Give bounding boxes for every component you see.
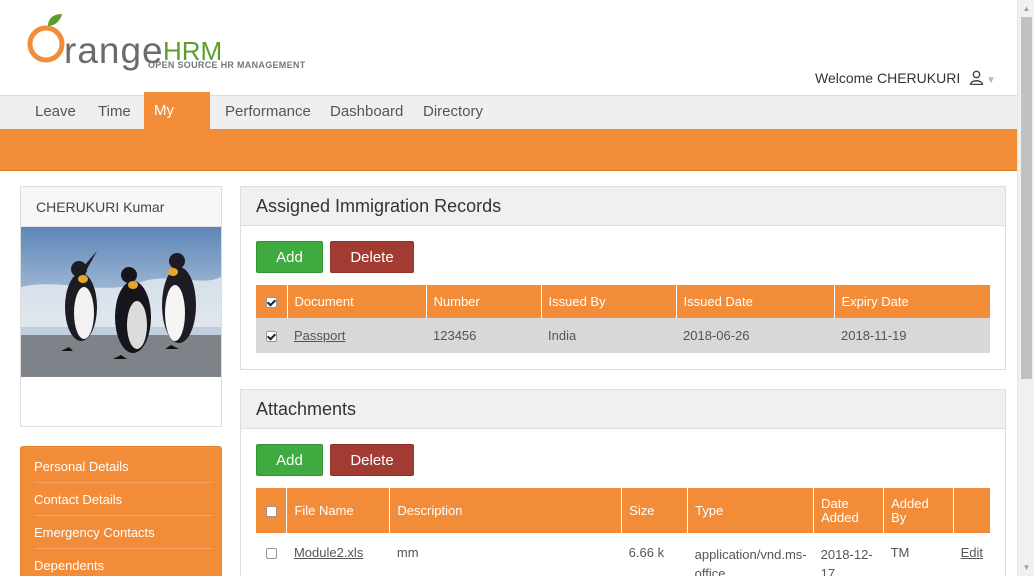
orangehrm-page: range HRM OPEN SOURCE HR MANAGEMENT Welc…: [0, 0, 1034, 576]
submenu-bar: [0, 129, 1017, 171]
row-select-cell: [256, 533, 287, 576]
vertical-scrollbar[interactable]: ▲ ▼: [1017, 0, 1034, 576]
col-description[interactable]: Description: [389, 488, 623, 533]
issued-date-cell: 2018-06-26: [683, 328, 750, 343]
immigration-delete-button[interactable]: Delete: [330, 241, 414, 273]
row-select-cell: [256, 318, 287, 353]
select-all-cell: [256, 285, 288, 318]
welcome-menu[interactable]: Welcome CHERUKURI ▼: [815, 70, 996, 88]
size-cell: 6.66 k: [628, 545, 665, 560]
edit-link[interactable]: Edit: [961, 545, 983, 560]
col-issued-date[interactable]: Issued Date: [676, 285, 835, 318]
side-navigation: Personal Details Contact Details Emergen…: [20, 446, 222, 576]
col-added-by[interactable]: Added By: [883, 488, 955, 533]
col-expiry-date[interactable]: Expiry Date: [834, 285, 990, 318]
date-added-cell: 2018-12-17: [820, 547, 873, 576]
attachments-table: File Name Description Size Type Date Add…: [256, 488, 990, 576]
file-name-cell: Module2.xls: [287, 533, 390, 576]
immigration-title: Assigned Immigration Records: [241, 187, 1005, 226]
row-checkbox[interactable]: [266, 331, 277, 343]
attachments-add-button[interactable]: Add: [256, 444, 323, 476]
main-menu: Leave Time My Info Performance Dashboard…: [0, 92, 1017, 157]
menu-dashboard[interactable]: Dashboard: [320, 96, 413, 130]
document-cell: Passport: [287, 318, 426, 353]
header: range HRM OPEN SOURCE HR MANAGEMENT Welc…: [0, 0, 1017, 95]
immigration-records-panel: Assigned Immigration Records Add Delete …: [240, 186, 1006, 370]
col-issued-by[interactable]: Issued By: [541, 285, 677, 318]
profile-card: CHERUKURI Kumar: [20, 186, 222, 427]
orangehrm-logo[interactable]: range HRM OPEN SOURCE HR MANAGEMENT: [24, 12, 314, 72]
menu-my-info[interactable]: My Info: [144, 92, 210, 157]
issued-by-cell: India: [548, 328, 577, 343]
sidenav-contact-details[interactable]: Contact Details: [34, 483, 214, 516]
table-row: Passport 123456 India 2018-06-26 2018-11…: [256, 318, 990, 353]
sidenav-emergency-contacts[interactable]: Emergency Contacts: [34, 516, 214, 549]
attachments-delete-button[interactable]: Delete: [330, 444, 414, 476]
welcome-text: Welcome CHERUKURI: [815, 70, 961, 86]
col-document[interactable]: Document: [287, 285, 427, 318]
edit-cell: Edit: [954, 533, 990, 576]
menu-time[interactable]: Time: [88, 96, 141, 130]
file-name-link[interactable]: Module2.xls: [294, 545, 363, 560]
table-row: Module2.xls mm 6.66 k application/vnd.ms…: [256, 533, 990, 576]
profile-name: CHERUKURI Kumar: [21, 187, 221, 227]
dropdown-caret-icon[interactable]: ▼: [986, 75, 996, 86]
attachments-panel: Attachments Add Delete File Name Descrip…: [240, 389, 1006, 576]
expiry-date-cell: 2018-11-19: [841, 328, 907, 343]
immigration-add-button[interactable]: Add: [256, 241, 323, 273]
select-all-checkbox[interactable]: [265, 506, 277, 518]
row-checkbox[interactable]: [265, 548, 277, 560]
profile-photo[interactable]: [21, 227, 221, 377]
added-by-cell: TM: [890, 545, 910, 560]
table-header-row: Document Number Issued By Issued Date Ex…: [256, 285, 990, 318]
logo-tagline: OPEN SOURCE HR MANAGEMENT: [148, 60, 306, 70]
col-number[interactable]: Number: [426, 285, 542, 318]
select-all-checkbox[interactable]: [265, 297, 277, 309]
scrollbar-thumb[interactable]: [1021, 17, 1032, 379]
attachments-title: Attachments: [241, 390, 1005, 429]
col-type[interactable]: Type: [687, 488, 815, 533]
document-link[interactable]: Passport: [294, 328, 345, 343]
description-cell: mm: [396, 545, 419, 560]
menu-leave[interactable]: Leave: [25, 96, 86, 130]
sidenav-personal-details[interactable]: Personal Details: [34, 450, 214, 483]
sidenav-dependents[interactable]: Dependents: [34, 549, 214, 576]
scroll-down-icon[interactable]: ▼: [1018, 559, 1034, 576]
col-date-added[interactable]: Date Added: [813, 488, 885, 533]
menu-directory[interactable]: Directory: [413, 96, 493, 130]
menu-performance[interactable]: Performance: [215, 96, 321, 130]
col-file-name[interactable]: File Name: [286, 488, 391, 533]
number-cell: 123456: [433, 328, 477, 343]
user-icon: [969, 70, 984, 88]
select-all-cell: [256, 488, 288, 533]
immigration-table: Document Number Issued By Issued Date Ex…: [256, 285, 990, 353]
col-actions: [953, 488, 990, 533]
table-header-row: File Name Description Size Type Date Add…: [256, 488, 990, 533]
scroll-up-icon[interactable]: ▲: [1018, 0, 1034, 17]
type-cell: application/vnd.ms-office: [694, 547, 807, 576]
col-size[interactable]: Size: [621, 488, 689, 533]
